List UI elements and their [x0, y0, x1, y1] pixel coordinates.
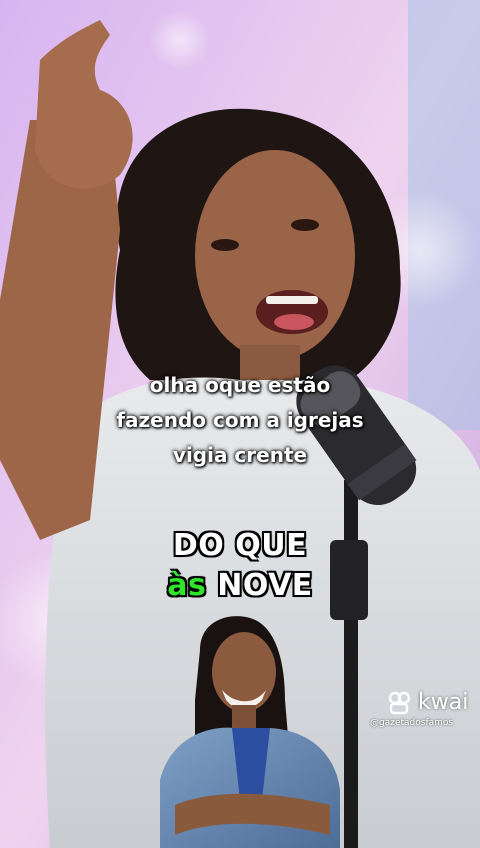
caption-line-2: fazendo com a igrejas [116, 408, 364, 432]
lyric-line-1: DO QUE [172, 528, 308, 563]
kwai-brand-text: kwai [418, 690, 469, 715]
creator-handle: @gazetadosfamos [370, 718, 454, 728]
caption-line-3: vigia crente [172, 443, 308, 467]
kwai-watermark: kwai [388, 690, 468, 715]
lyric-highlight-word: às [167, 568, 207, 603]
lyric-line-2: às NOVE [0, 568, 480, 603]
caption-line-1: olha oque estão [149, 373, 331, 397]
video-frame[interactable]: olha oque estão fazendo com a igrejas vi… [0, 0, 480, 848]
lyrics-caption: olha oque estão fazendo com a igrejas vi… [0, 368, 480, 473]
lyric-rest-word: NOVE [217, 568, 313, 603]
kwai-logo-icon [388, 691, 411, 714]
